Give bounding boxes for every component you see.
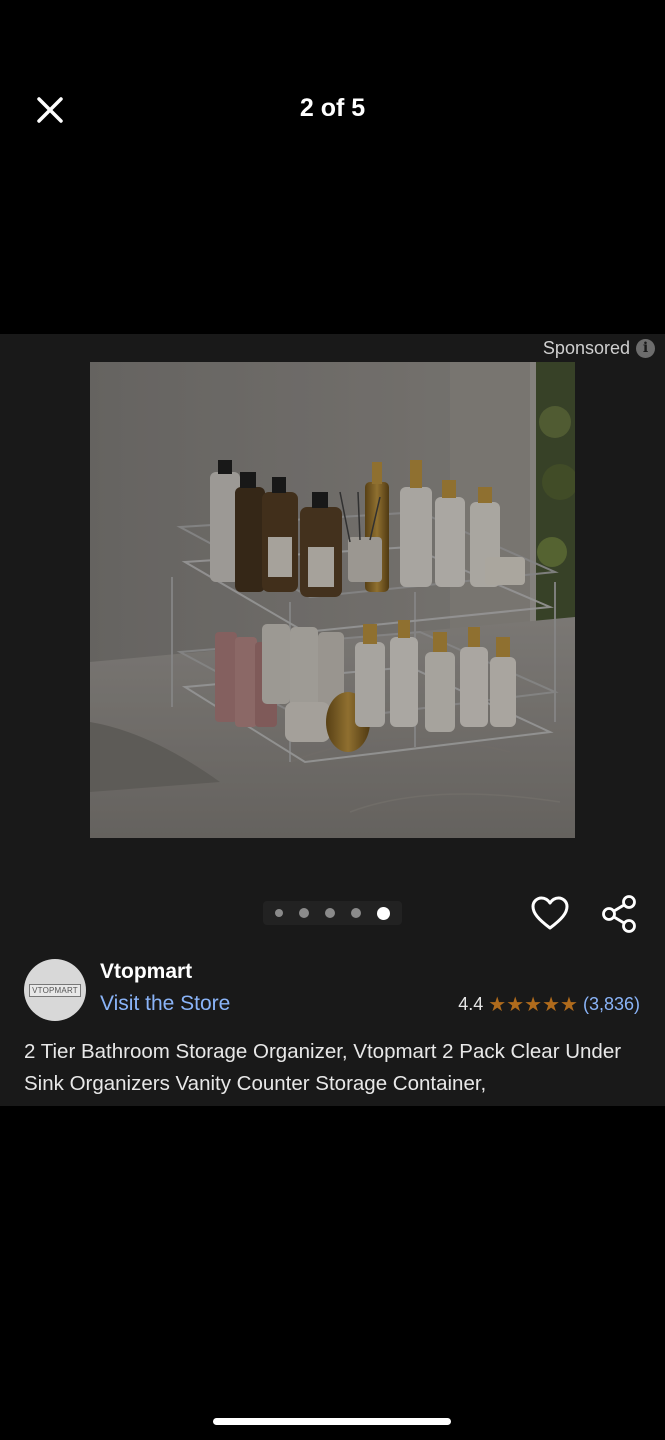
page-dot[interactable] <box>299 908 309 918</box>
sponsored-text: Sponsored <box>542 337 630 358</box>
share-button[interactable] <box>600 894 640 934</box>
info-icon: i <box>636 338 655 358</box>
page-dot-active[interactable] <box>377 906 390 920</box>
visit-store-link[interactable]: Visit the Store <box>100 992 230 1016</box>
half-star-icon: ★ <box>560 993 578 1016</box>
product-photo <box>90 362 575 838</box>
page-dot[interactable] <box>275 909 283 917</box>
share-icon <box>602 895 636 933</box>
image-counter: 2 of 5 <box>299 94 366 122</box>
image-pagination[interactable] <box>263 901 402 925</box>
sponsored-label[interactable]: Sponsored i <box>543 336 655 360</box>
star-icon: ★ <box>506 993 525 1016</box>
product-panel: Sponsored i VTOPMART Vtopmart Visit the … <box>0 334 665 1106</box>
product-image[interactable] <box>90 362 575 838</box>
top-bar: 2 of 5 <box>0 0 665 334</box>
wishlist-button[interactable] <box>530 894 570 934</box>
page-dot[interactable] <box>325 908 335 918</box>
product-title: 2 Tier Bathroom Storage Organizer, Vtopm… <box>24 1040 622 1095</box>
home-indicator[interactable] <box>213 1418 451 1425</box>
star-icon: ★ <box>488 993 507 1016</box>
rating-value: 4.4 <box>458 994 484 1014</box>
page-dot[interactable] <box>351 908 361 918</box>
review-count-link[interactable]: (3,836) <box>583 994 640 1015</box>
rating-stars: ★ ★ ★ ★ ★ <box>488 995 578 1015</box>
brand-logo-text: VTOPMART <box>29 983 81 997</box>
star-icon: ★ <box>542 993 561 1016</box>
star-icon: ★ <box>524 993 543 1016</box>
product-rating[interactable]: 4.4 ★ ★ ★ ★ ★ (3,836) <box>458 994 640 1015</box>
heart-icon <box>531 896 569 930</box>
brand-logo[interactable]: VTOPMART <box>24 959 86 1021</box>
brand-name: Vtopmart <box>100 960 193 983</box>
